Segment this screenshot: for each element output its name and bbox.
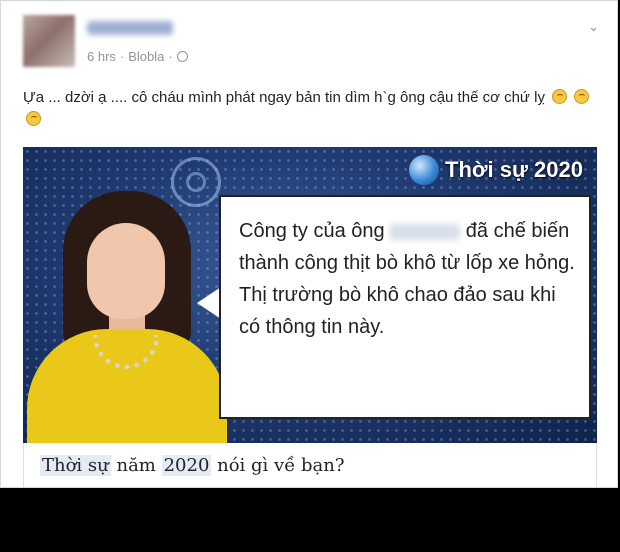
grin-emoji-icon (552, 89, 568, 104)
post-text: Ựa ... dzời ạ .... cô cháu mình phát nga… (23, 87, 593, 131)
link-title[interactable]: Thời sự năm 2020 nói gì về bạn? (40, 455, 345, 476)
link-title-highlight: 2020 (161, 455, 212, 476)
post-meta: 6 hrs · Blobla · (87, 49, 188, 64)
speech-line1-prefix: Công ty của ông (239, 220, 385, 242)
link-title-highlight: Thời sự (40, 455, 111, 476)
globe-icon (409, 155, 440, 185)
grin-emoji-icon (574, 89, 590, 104)
channel-label: Thời sự 2020 (409, 155, 583, 185)
link-preview[interactable]: Thời sự năm 2020 nói gì về bạn? (23, 443, 597, 487)
post-body: Ựa ... dzời ạ .... cô cháu mình phát nga… (23, 89, 545, 106)
blurred-name (390, 223, 461, 240)
link-title-text: nói gì về bạn? (211, 455, 345, 476)
meta-separator: · (168, 49, 173, 64)
post-time[interactable]: 6 hrs (87, 49, 116, 64)
chevron-down-icon[interactable]: ⌄ (588, 19, 599, 35)
anchor-face (87, 223, 165, 319)
channel-label-text: Thời sự 2020 (445, 157, 583, 182)
avatar[interactable] (23, 15, 75, 67)
link-title-text: năm (110, 455, 162, 476)
speech-line1-suffix: đã chế (465, 220, 526, 242)
speech-text: Công ty của ông đã chế biến thành công t… (239, 215, 579, 343)
meta-separator: · (119, 49, 125, 64)
post-image[interactable]: Thời sự 2020 Công ty của ông đã chế biến… (23, 147, 597, 443)
author-name-blurred[interactable] (87, 21, 173, 35)
speech-bubble-tail (197, 287, 221, 319)
post-card: 6 hrs · Blobla · ⌄ Ựa ... dzời ạ .... cô… (0, 0, 618, 488)
grin-emoji-icon (26, 111, 41, 126)
speech-bubble: Công ty của ông đã chế biến thành công t… (219, 195, 591, 419)
post-location[interactable]: Blobla (128, 49, 164, 64)
globe-icon (176, 51, 188, 62)
